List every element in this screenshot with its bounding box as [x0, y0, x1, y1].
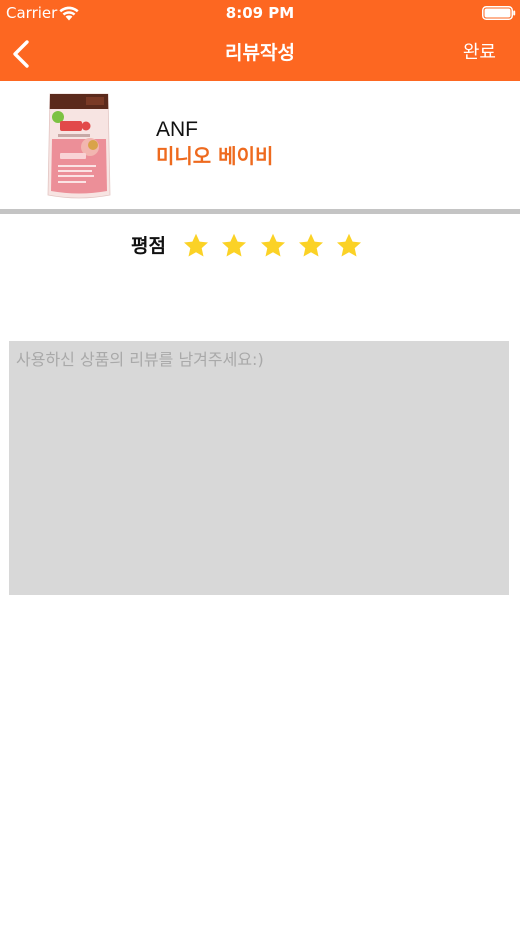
star-icon[interactable]	[220, 232, 248, 260]
header: Carrier 8:09 PM 리뷰작성 완료	[0, 0, 520, 81]
star-icon[interactable]	[335, 232, 363, 260]
star-icon[interactable]	[259, 232, 287, 260]
rating-label: 평점	[131, 235, 166, 257]
product-brand: ANF	[156, 118, 198, 141]
status-bar: Carrier 8:09 PM	[0, 0, 520, 28]
product-summary: ANF 미니오 베이비	[0, 81, 520, 209]
done-button[interactable]: 완료	[463, 40, 496, 66]
battery-icon	[482, 6, 516, 20]
page-title: 리뷰작성	[225, 42, 295, 64]
rating-row: 평점	[0, 226, 520, 266]
review-write-screen: Carrier 8:09 PM 리뷰작성 완료 ANF 미니오 베이비 평점 사…	[0, 0, 520, 932]
navigation-bar: 리뷰작성 완료	[0, 28, 520, 81]
product-name: 미니오 베이비	[156, 144, 274, 168]
section-divider	[0, 209, 520, 214]
status-time: 8:09 PM	[225, 4, 295, 22]
star-icon[interactable]	[182, 232, 210, 260]
star-icon[interactable]	[297, 232, 325, 260]
product-package-image	[47, 93, 111, 199]
review-textarea[interactable]	[9, 341, 509, 595]
